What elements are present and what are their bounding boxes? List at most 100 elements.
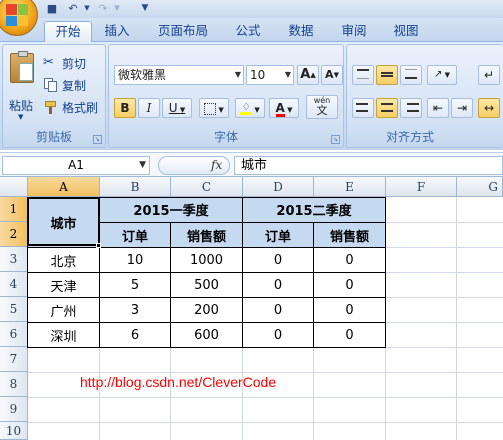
ribbon-tabs: 开始 插入 页面布局 公式 数据 审阅 视图 bbox=[0, 18, 503, 42]
row-header-4[interactable]: 4 bbox=[0, 272, 28, 297]
undo-dropdown-icon[interactable]: ▼ bbox=[80, 2, 94, 15]
save-icon[interactable]: ■ bbox=[45, 2, 59, 15]
cell-value[interactable]: 10 bbox=[100, 248, 170, 272]
cell-value[interactable]: 0 bbox=[243, 248, 313, 272]
cell-city[interactable]: 天津 bbox=[28, 273, 99, 297]
tab-view[interactable]: 视图 bbox=[386, 21, 426, 42]
cell-sub-header[interactable]: 销售额 bbox=[171, 223, 242, 247]
bold-button[interactable]: B bbox=[114, 98, 136, 118]
font-size-combo[interactable]: 10 ▼ bbox=[246, 65, 294, 85]
border-icon bbox=[204, 102, 217, 115]
align-left-button[interactable] bbox=[352, 98, 374, 118]
align-right-button[interactable] bbox=[400, 98, 422, 118]
cell-q2-header[interactable]: 2015二季度 bbox=[243, 197, 385, 222]
insert-function-button[interactable]: fx bbox=[158, 156, 230, 175]
row-header-10[interactable]: 10 bbox=[0, 422, 28, 440]
cell-sub-header[interactable]: 订单 bbox=[100, 223, 170, 247]
clipboard-launcher-icon[interactable]: ↘ bbox=[93, 135, 102, 144]
fill-color-button[interactable]: ♢ ▼ bbox=[235, 98, 265, 118]
table-border bbox=[27, 322, 386, 323]
cell-value[interactable]: 0 bbox=[314, 323, 385, 347]
cell-value[interactable]: 600 bbox=[171, 323, 242, 347]
orientation-button[interactable]: ↗ ▼ bbox=[427, 65, 457, 85]
italic-button[interactable]: I bbox=[138, 98, 160, 118]
tab-review[interactable]: 审阅 bbox=[334, 21, 374, 42]
paste-button[interactable]: 粘贴 ▼ bbox=[6, 51, 38, 121]
shrink-font-button[interactable]: A▼ bbox=[321, 65, 343, 85]
column-header-b[interactable]: B bbox=[100, 177, 171, 197]
fill-handle[interactable] bbox=[96, 243, 101, 248]
decrease-indent-button[interactable]: ⇤ bbox=[427, 98, 449, 118]
customize-qat-icon[interactable]: ▼ bbox=[138, 2, 152, 15]
paint-bucket-icon: ♢ bbox=[240, 101, 253, 115]
cell-sub-header[interactable]: 销售额 bbox=[314, 223, 385, 247]
column-header-f[interactable]: F bbox=[386, 177, 457, 197]
cell-value[interactable]: 500 bbox=[171, 273, 242, 297]
copy-button[interactable]: 复制 bbox=[43, 75, 86, 95]
cell-city[interactable]: 深圳 bbox=[28, 323, 99, 347]
cell-city[interactable]: 北京 bbox=[28, 248, 99, 272]
cell-value[interactable]: 3 bbox=[100, 298, 170, 322]
cell-value[interactable]: 0 bbox=[314, 248, 385, 272]
cell-value[interactable]: 5 bbox=[100, 273, 170, 297]
row-header-9[interactable]: 9 bbox=[0, 397, 28, 422]
row-header-8[interactable]: 8 bbox=[0, 372, 28, 397]
cell-sub-header[interactable]: 订单 bbox=[243, 223, 313, 247]
cell-value[interactable]: 0 bbox=[243, 273, 313, 297]
cell-value[interactable]: 6 bbox=[100, 323, 170, 347]
cell-value[interactable]: 200 bbox=[171, 298, 242, 322]
font-name-combo[interactable]: 微软雅黑 ▼ bbox=[114, 65, 244, 85]
blog-link-text[interactable]: http://blog.csdn.net/CleverCode bbox=[80, 374, 276, 390]
tab-insert[interactable]: 插入 bbox=[97, 21, 137, 42]
cell-value[interactable]: 0 bbox=[314, 298, 385, 322]
column-header-c[interactable]: C bbox=[171, 177, 243, 197]
tab-data[interactable]: 数据 bbox=[281, 21, 321, 42]
cell-q1-header[interactable]: 2015一季度 bbox=[100, 197, 242, 222]
chevron-down-icon: ▼ bbox=[284, 70, 291, 79]
redo-dropdown-icon[interactable]: ▼ bbox=[110, 2, 124, 15]
undo-icon[interactable]: ↶ bbox=[66, 2, 80, 15]
name-box[interactable]: A1 ▼ bbox=[2, 156, 150, 175]
underline-button[interactable]: U ▼ bbox=[162, 98, 192, 118]
row-header-1[interactable]: 1 bbox=[0, 197, 28, 222]
borders-button[interactable]: ▼ bbox=[199, 98, 229, 118]
cut-button[interactable]: ✂ 剪切 bbox=[43, 53, 86, 73]
formula-input[interactable]: 城市 bbox=[234, 156, 503, 175]
alignment-group: ↗ ▼ ⇤ ⇥ ↔ ↵ 对齐方式 bbox=[346, 44, 503, 148]
column-header-g[interactable]: G bbox=[457, 177, 503, 197]
cell-value[interactable]: 0 bbox=[314, 273, 385, 297]
format-painter-button[interactable]: 格式刷 bbox=[43, 97, 98, 117]
tab-formulas[interactable]: 公式 bbox=[228, 21, 268, 42]
grow-font-button[interactable]: A▲ bbox=[297, 65, 319, 85]
column-header-a[interactable]: A bbox=[28, 177, 100, 197]
wrap-text-button[interactable]: ↵ bbox=[478, 65, 500, 85]
align-center-button[interactable] bbox=[376, 98, 398, 118]
row-header-6[interactable]: 6 bbox=[0, 322, 28, 347]
align-top-icon bbox=[357, 69, 369, 79]
merge-center-button[interactable]: ↔ bbox=[478, 98, 500, 118]
cell-value[interactable]: 1000 bbox=[171, 248, 242, 272]
spreadsheet-grid[interactable]: A B C D E F G 1 2 3 4 5 6 7 8 9 10 城市 20… bbox=[0, 177, 503, 440]
font-color-button[interactable]: A ▼ bbox=[269, 98, 299, 118]
row-header-3[interactable]: 3 bbox=[0, 247, 28, 272]
redo-icon[interactable]: ↷ bbox=[96, 2, 110, 15]
increase-indent-button[interactable]: ⇥ bbox=[451, 98, 473, 118]
align-middle-button[interactable] bbox=[376, 65, 398, 85]
chevron-down-icon: ▼ bbox=[139, 160, 146, 170]
cell-value[interactable]: 0 bbox=[243, 323, 313, 347]
cell-city[interactable]: 广州 bbox=[28, 298, 99, 322]
cell-value[interactable]: 0 bbox=[243, 298, 313, 322]
tab-page-layout[interactable]: 页面布局 bbox=[150, 21, 216, 42]
row-header-2[interactable]: 2 bbox=[0, 222, 28, 247]
tab-home[interactable]: 开始 bbox=[44, 21, 92, 42]
row-header-7[interactable]: 7 bbox=[0, 347, 28, 372]
phonetic-char: 文 bbox=[316, 104, 328, 117]
row-header-5[interactable]: 5 bbox=[0, 297, 28, 322]
align-top-button[interactable] bbox=[352, 65, 374, 85]
font-launcher-icon[interactable]: ↘ bbox=[331, 135, 340, 144]
select-all-corner[interactable] bbox=[0, 177, 28, 197]
column-header-e[interactable]: E bbox=[314, 177, 386, 197]
align-bottom-button[interactable] bbox=[400, 65, 422, 85]
column-header-d[interactable]: D bbox=[243, 177, 314, 197]
phonetic-button[interactable]: wén 文 bbox=[306, 95, 338, 119]
